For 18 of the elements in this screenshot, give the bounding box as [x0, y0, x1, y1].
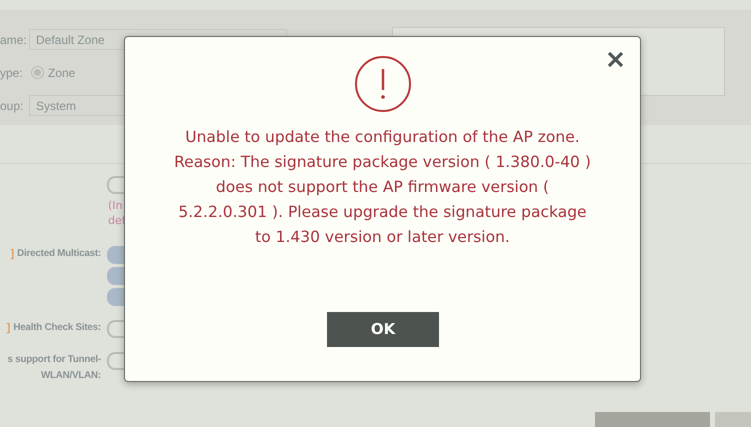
warning-icon	[354, 55, 412, 113]
error-message-line: does not support the AP firmware version (	[216, 177, 550, 198]
field-label: ame:	[0, 32, 27, 48]
error-message-line: Unable to update the configuration of the AP zone.	[185, 127, 580, 148]
setting-label: Health Check Sites:	[13, 321, 101, 335]
field-label: ype:	[0, 64, 24, 82]
help-marker[interactable]: ]	[6, 320, 10, 336]
help-marker[interactable]: ]	[10, 246, 14, 262]
setting-label: Directed Multicast:	[17, 247, 101, 261]
radio-button[interactable]	[31, 66, 44, 79]
setting-label: s support for Tunnel- WLAN/VLAN:	[7, 353, 101, 383]
field-label: oup:	[0, 98, 24, 114]
error-message-line: Reason: The signature package version ( 1.380.0-40 )	[174, 152, 591, 173]
error-message-line: 5.2.2.0.301 ). Please upgrade the signature package	[178, 202, 587, 223]
error-message-line: to 1.430 version or later version.	[255, 227, 510, 248]
close-icon	[606, 50, 624, 68]
ok-button[interactable]: OK	[327, 312, 439, 347]
radio-label: Zone	[48, 64, 76, 82]
